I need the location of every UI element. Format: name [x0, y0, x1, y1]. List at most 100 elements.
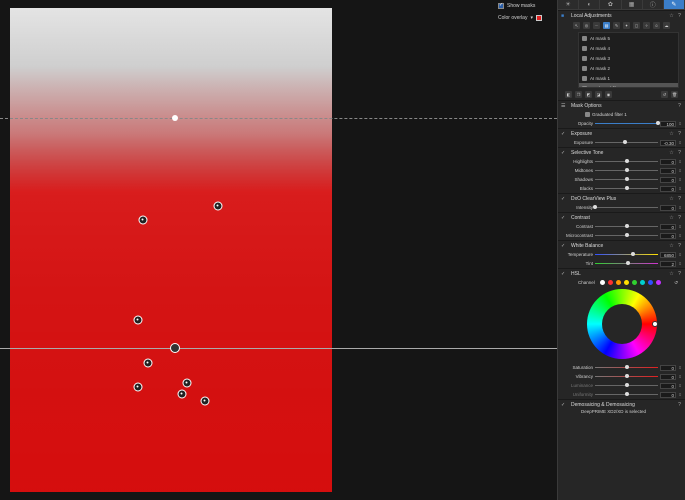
control-point-icon[interactable]: ◎	[583, 22, 590, 29]
spin-icon[interactable]: ⇕	[678, 205, 682, 210]
spin-icon[interactable]: ⇕	[678, 121, 682, 126]
slider-track[interactable]	[595, 185, 658, 190]
mask-list-item[interactable]: AI mask 2	[579, 63, 678, 73]
slider-knob[interactable]	[624, 158, 629, 163]
overlay-color-swatch[interactable]	[535, 15, 542, 21]
slider-value[interactable]: 0	[660, 223, 676, 230]
slider-value[interactable]: 0	[660, 391, 676, 398]
slider-value[interactable]: 6850	[660, 251, 676, 258]
slider-track[interactable]	[595, 167, 658, 172]
slider-track[interactable]	[595, 176, 658, 181]
invert-mask-icon[interactable]: ◧	[565, 91, 572, 98]
toggle-icon[interactable]: ✓	[561, 402, 568, 408]
toggle-icon[interactable]: ✓	[561, 215, 568, 221]
ai-subject-icon[interactable]: ☺	[653, 22, 660, 29]
channel-color-dot[interactable]	[599, 280, 605, 285]
slider-track[interactable]	[593, 204, 658, 209]
slider-track[interactable]	[595, 223, 658, 228]
spin-icon[interactable]: ⇕	[678, 140, 682, 145]
slider-value[interactable]: 0	[660, 373, 676, 380]
help-icon[interactable]: ?	[677, 131, 682, 137]
slider-knob[interactable]	[625, 260, 630, 265]
ai-mask-pin[interactable]	[133, 382, 143, 392]
help-icon[interactable]: ?	[677, 103, 682, 109]
help-icon[interactable]: ?	[677, 402, 682, 408]
toggle-icon[interactable]: ✓	[561, 150, 568, 156]
brush-icon[interactable]: ✎	[663, 0, 685, 9]
sun-icon[interactable]: ☀	[558, 0, 580, 9]
slider-track[interactable]	[595, 260, 658, 265]
eraser-icon[interactable]: ◻	[633, 22, 640, 29]
palette-icon[interactable]: ✿	[600, 0, 622, 9]
info-icon[interactable]: ⓘ	[643, 0, 664, 9]
spin-icon[interactable]: ⇕	[678, 177, 682, 182]
reset-icon[interactable]: ↺	[661, 91, 668, 98]
duplicate-mask-icon[interactable]: ❐	[575, 91, 582, 98]
slider-value[interactable]: -0.30	[660, 139, 676, 146]
slider-knob[interactable]	[624, 382, 629, 387]
reset-icon[interactable]: ↺	[674, 280, 682, 286]
toggle-icon[interactable]: ✓	[561, 271, 568, 277]
spin-icon[interactable]: ⇕	[678, 383, 682, 388]
sliders-icon[interactable]: ◐	[579, 0, 601, 9]
show-masks-toggle[interactable]: Show masks	[496, 0, 557, 12]
slider-track[interactable]	[595, 251, 658, 256]
spin-icon[interactable]: ⇕	[678, 252, 682, 257]
pointer-icon[interactable]: ↖	[573, 22, 580, 29]
spin-icon[interactable]: ⇕	[678, 392, 682, 397]
ai-mask-icon[interactable]: ✧	[643, 22, 650, 29]
mask-list-item[interactable]: AI mask 4	[579, 43, 678, 53]
spin-icon[interactable]: ⇕	[678, 233, 682, 238]
slider-value[interactable]: 2	[660, 260, 676, 267]
mask-list[interactable]: AI mask 5 AI mask 4 AI mask 3 AI mask 2 AI m…	[578, 32, 679, 88]
channel-color-dot[interactable]	[647, 280, 653, 285]
slider-value[interactable]: 0	[660, 382, 676, 389]
slider-knob[interactable]	[630, 251, 635, 256]
ai-sky-icon[interactable]: ☁	[663, 22, 670, 29]
spin-icon[interactable]: ⇕	[678, 186, 682, 191]
slider-track[interactable]	[595, 364, 658, 369]
ai-mask-pin[interactable]	[133, 315, 143, 325]
mask-mode-icon[interactable]: ◩	[585, 91, 592, 98]
hsl-wheel-knob[interactable]	[651, 321, 658, 327]
ai-mask-pin[interactable]	[213, 201, 223, 211]
brush-tool-icon[interactable]: ✎	[613, 22, 620, 29]
delete-icon[interactable]: 🗑	[671, 91, 678, 98]
mask-list-item[interactable]: AI mask 5	[579, 33, 678, 43]
help-icon[interactable]: ?	[677, 13, 682, 19]
toggle-icon[interactable]: ✓	[561, 196, 568, 202]
mask-list-item[interactable]: AI mask 1	[579, 73, 678, 83]
mask-list-item[interactable]: Graduated filter 1	[579, 83, 678, 87]
image-viewer[interactable]: Show masks Color overlay ▾	[0, 0, 557, 500]
slider-track[interactable]	[595, 391, 658, 396]
graduated-filter-start-line[interactable]	[0, 118, 557, 119]
star-icon[interactable]: ☆	[669, 13, 674, 19]
slider-knob[interactable]	[624, 232, 629, 237]
slider-knob[interactable]	[624, 373, 629, 378]
ai-mask-pin[interactable]	[182, 378, 192, 388]
star-icon[interactable]: ☆	[669, 215, 674, 221]
channel-color-dot[interactable]	[607, 280, 613, 285]
slider-track[interactable]	[595, 139, 658, 144]
auto-mask-icon[interactable]: ✦	[623, 22, 630, 29]
spin-icon[interactable]: ⇕	[678, 365, 682, 370]
channel-color-dot[interactable]	[655, 280, 661, 285]
slider-knob[interactable]	[656, 120, 660, 125]
slider-track[interactable]	[595, 232, 658, 237]
help-icon[interactable]: ?	[677, 243, 682, 249]
spin-icon[interactable]: ⇕	[678, 374, 682, 379]
help-icon[interactable]: ?	[677, 215, 682, 221]
slider-knob[interactable]	[624, 391, 629, 396]
slider-value[interactable]: 0	[660, 176, 676, 183]
channel-color-dot[interactable]	[615, 280, 621, 285]
star-icon[interactable]: ☆	[669, 150, 674, 156]
channel-color-dot[interactable]	[631, 280, 637, 285]
toggle-icon[interactable]: ✓	[561, 131, 568, 137]
star-icon[interactable]: ☆	[669, 271, 674, 277]
spin-icon[interactable]: ⇕	[678, 261, 682, 266]
slider-knob[interactable]	[593, 204, 597, 209]
slider-track[interactable]	[595, 158, 658, 163]
slider-track[interactable]	[595, 373, 658, 378]
slider-value[interactable]: 0	[660, 364, 676, 371]
slider-value[interactable]: 0	[660, 232, 676, 239]
